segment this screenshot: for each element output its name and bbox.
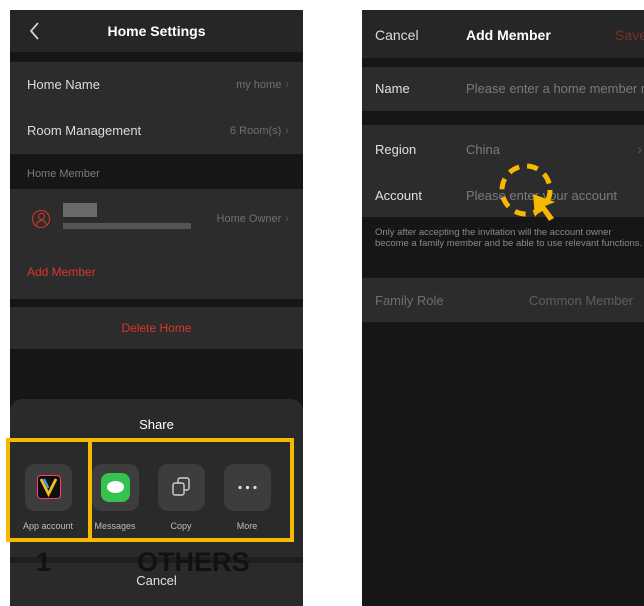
delete-home-row: Delete Home: [10, 307, 303, 349]
home-member-section-label: Home Member: [27, 168, 100, 180]
nav-bar: Cancel Add Member Save: [362, 10, 644, 58]
chevron-right-icon: ›: [285, 125, 289, 137]
annotation-box-others: [88, 438, 294, 542]
avatar-icon: [32, 210, 50, 228]
share-sheet-title: Share: [139, 417, 174, 432]
member-name-redacted: [63, 203, 97, 217]
chevron-right-icon: ›: [637, 141, 642, 157]
home-name-label: Home Name: [27, 77, 100, 92]
chevron-right-icon: ›: [285, 213, 289, 225]
name-input[interactable]: Please enter a home member name: [466, 81, 644, 96]
member-account-redacted: [63, 223, 191, 229]
region-value[interactable]: China: [466, 142, 500, 157]
name-label: Name: [375, 81, 410, 96]
page-title: Home Settings: [107, 23, 206, 39]
family-role-value: Common Member: [529, 293, 634, 308]
room-count-value: 6 Room(s): [229, 125, 282, 137]
save-button[interactable]: Save: [615, 27, 644, 43]
cancel-button[interactable]: Cancel: [375, 27, 419, 43]
home-name-row[interactable]: Home Name my home ›: [10, 62, 303, 108]
family-role-row[interactable]: Family Role Common Member: [362, 278, 644, 322]
member-owner-row[interactable]: Home Owner ›: [217, 213, 289, 225]
home-name-value: my home: [236, 79, 282, 91]
member-list: Home Owner › Add Member: [10, 189, 303, 299]
annotation-label-1: 1: [36, 547, 52, 577]
region-label: Region: [375, 142, 417, 157]
member-role-value: Home Owner: [216, 213, 282, 225]
annotation-label-others: OTHERS: [137, 547, 250, 577]
delete-home-button[interactable]: Delete Home: [10, 321, 303, 335]
name-row: Name Please enter a home member name: [362, 67, 644, 111]
account-label: Account: [375, 188, 422, 203]
family-role-label: Family Role: [375, 293, 444, 308]
nav-bar: Home Settings: [10, 10, 303, 52]
add-member-screen: Cancel Add Member Save Name Please enter…: [362, 10, 644, 606]
chevron-right-icon: ›: [285, 79, 289, 91]
room-management-label: Room Management: [27, 123, 142, 138]
annotation-box-1: [6, 438, 92, 542]
room-management-row[interactable]: Room Management 6 Room(s) ›: [10, 108, 303, 154]
page-title: Add Member: [466, 27, 551, 43]
tap-cursor-icon: [499, 163, 555, 221]
add-member-button[interactable]: Add Member: [27, 265, 96, 279]
